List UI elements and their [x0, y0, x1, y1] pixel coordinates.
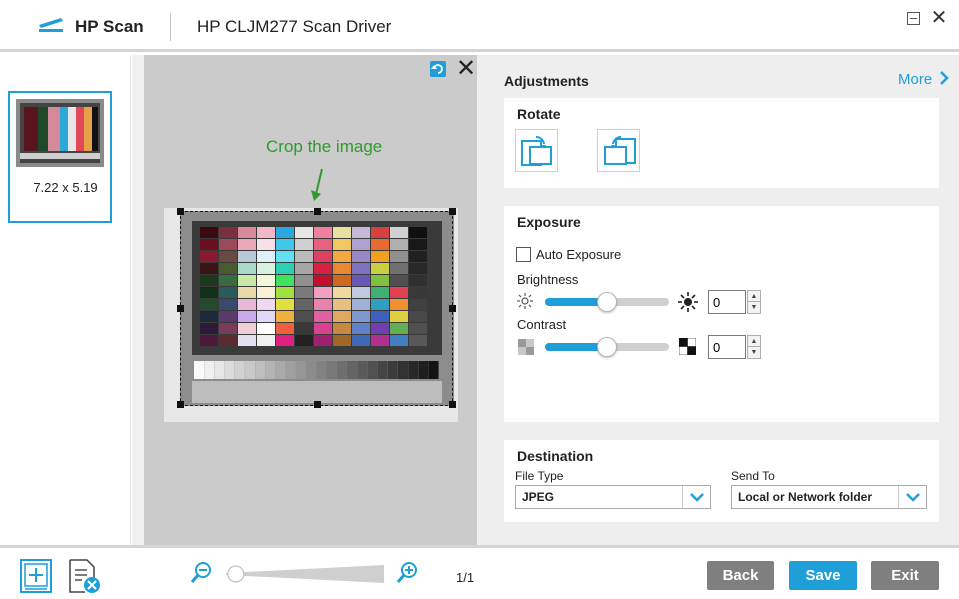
crop-handle-bottom-left[interactable] — [177, 401, 184, 408]
crop-hint-arrow — [311, 168, 323, 201]
page-size-label: 7.22 x 5.19 — [33, 180, 98, 195]
exit-button[interactable]: Exit — [871, 561, 939, 590]
contrast-low-icon — [518, 339, 534, 355]
zoom-slider[interactable] — [218, 565, 386, 583]
send-to-dropdown[interactable]: Local or Network folder — [731, 485, 927, 509]
file-type-value: JPEG — [522, 490, 555, 504]
hp-scanner-icon — [39, 18, 63, 32]
preview-area: ✕ Crop the image — [132, 55, 477, 545]
zoom-out-icon[interactable] — [189, 561, 213, 585]
driver-name: HP CLJM277 Scan Driver — [197, 17, 392, 36]
crop-hint-text: Crop the image — [266, 137, 383, 156]
destination-section: Destination File Type JPEG Send To Local… — [504, 440, 939, 522]
exposure-title: Exposure — [517, 214, 581, 230]
bottom-toolbar: 1/1 Back Save Exit — [0, 545, 959, 599]
auto-exposure-label: Auto Exposure — [536, 247, 622, 262]
delete-page-icon[interactable] — [67, 558, 101, 594]
crop-handle-left[interactable] — [177, 305, 184, 312]
auto-exposure-checkbox[interactable] — [516, 247, 531, 262]
thumbnail-image — [16, 99, 104, 167]
send-to-value: Local or Network folder — [738, 490, 873, 504]
chevron-down-icon — [906, 493, 920, 502]
brightness-slider[interactable] — [545, 292, 669, 312]
back-button[interactable]: Back — [707, 561, 774, 590]
close-window-button[interactable]: ✕ — [930, 8, 948, 28]
chevron-right-icon — [940, 71, 950, 85]
title-bar: HP Scan HP CLJM277 Scan Driver ✕ — [0, 0, 959, 52]
page-counter: 1/1 — [456, 570, 475, 585]
file-type-label: File Type — [515, 469, 564, 483]
destination-title: Destination — [517, 448, 594, 464]
contrast-slider[interactable] — [545, 337, 669, 357]
brightness-high-icon — [678, 292, 698, 312]
send-to-dropdown-button[interactable] — [898, 486, 926, 508]
crop-handle-top-left[interactable] — [177, 208, 184, 215]
exposure-section: Exposure Auto Exposure Brightness 0 ▲ ▼ … — [504, 206, 939, 422]
crop-handle-right[interactable] — [449, 305, 456, 312]
brightness-spinner[interactable]: ▲ ▼ — [747, 290, 761, 314]
brightness-up-button[interactable]: ▲ — [748, 291, 760, 302]
page-thumbnail[interactable] — [8, 91, 112, 223]
crop-handle-top-right[interactable] — [449, 208, 456, 215]
brightness-label: Brightness — [517, 272, 579, 287]
rotate-left-icon — [521, 135, 552, 166]
brightness-input[interactable] — [708, 290, 746, 314]
save-button[interactable]: Save — [789, 561, 857, 590]
brightness-slider-thumb[interactable] — [597, 292, 617, 312]
send-to-label: Send To — [731, 469, 775, 483]
zoom-slider-thumb[interactable] — [227, 565, 245, 583]
contrast-input[interactable] — [708, 335, 746, 359]
brightness-down-button[interactable]: ▼ — [748, 302, 760, 313]
zoom-in-icon[interactable] — [395, 561, 419, 585]
adjustments-panel: Adjustments More Rotate Exposure Auto Ex… — [477, 55, 959, 545]
crop-handle-top[interactable] — [314, 208, 321, 215]
rotate-right-button[interactable] — [597, 129, 640, 172]
more-link[interactable]: More — [898, 71, 950, 88]
contrast-high-icon — [679, 338, 696, 355]
rotate-right-icon — [604, 135, 636, 165]
crop-handle-bottom[interactable] — [314, 401, 321, 408]
contrast-slider-thumb[interactable] — [597, 337, 617, 357]
contrast-spinner[interactable]: ▲ ▼ — [747, 335, 761, 359]
minimize-button[interactable] — [907, 12, 920, 25]
more-label: More — [898, 71, 933, 88]
adjustments-title: Adjustments — [504, 73, 589, 89]
brightness-low-icon — [517, 293, 533, 309]
title-divider — [170, 13, 171, 41]
add-page-icon[interactable] — [19, 558, 53, 594]
file-type-dropdown-button[interactable] — [682, 486, 710, 508]
contrast-down-button[interactable]: ▼ — [748, 347, 760, 358]
crop-selection[interactable] — [177, 208, 456, 408]
thumbnail-panel: 7.22 x 5.19 — [0, 55, 131, 545]
close-preview-button[interactable]: ✕ — [454, 57, 478, 81]
undo-rotate-icon[interactable] — [430, 61, 446, 77]
app-name: HP Scan — [75, 17, 144, 36]
rotate-section: Rotate — [504, 98, 939, 188]
crop-handle-bottom-right[interactable] — [449, 401, 456, 408]
chevron-down-icon — [690, 493, 704, 502]
contrast-label: Contrast — [517, 317, 567, 332]
contrast-up-button[interactable]: ▲ — [748, 336, 760, 347]
file-type-dropdown[interactable]: JPEG — [515, 485, 711, 509]
rotate-title: Rotate — [517, 106, 561, 122]
rotate-left-button[interactable] — [515, 129, 558, 172]
